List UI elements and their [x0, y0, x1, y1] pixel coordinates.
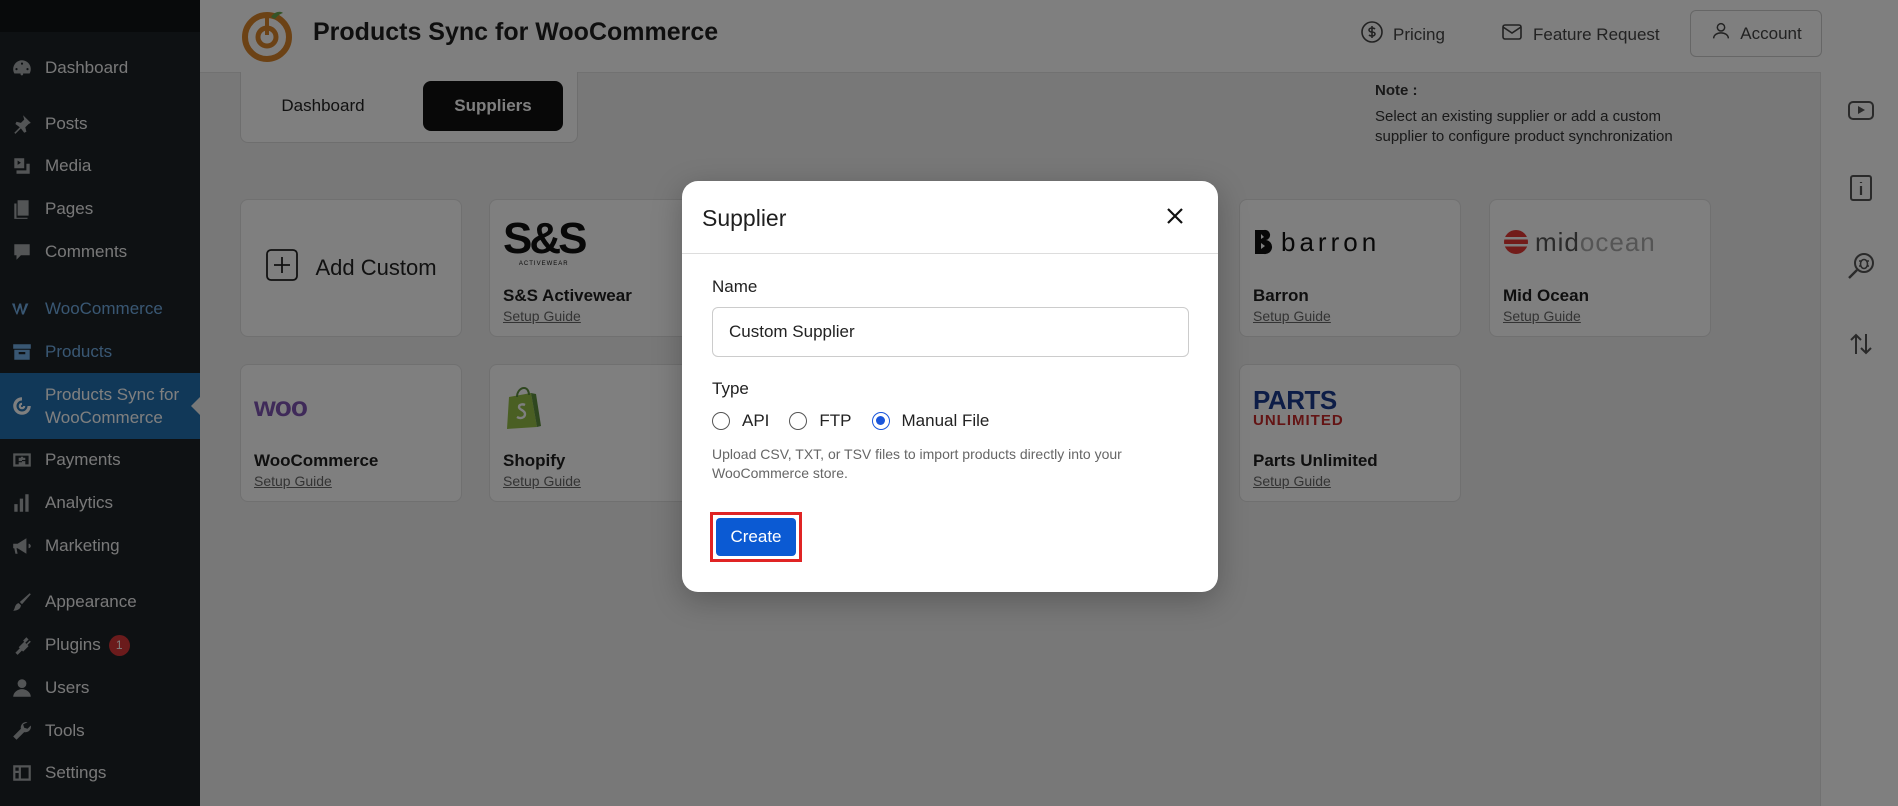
type-radio-ftp[interactable]: FTP: [789, 411, 852, 431]
dialog-title: Supplier: [702, 205, 787, 231]
radio-button-selected[interactable]: [871, 412, 890, 430]
radio-button[interactable]: [789, 412, 808, 430]
radio-label: Manual File: [901, 411, 990, 430]
close-button[interactable]: [1160, 203, 1190, 233]
supplier-name-input[interactable]: [712, 307, 1189, 357]
dialog-divider: [682, 253, 1218, 254]
type-radio-api[interactable]: API: [712, 411, 769, 431]
close-icon: [1166, 207, 1184, 230]
type-radio-manual-file[interactable]: Manual File: [871, 411, 990, 431]
name-label: Name: [712, 277, 758, 296]
type-label: Type: [712, 379, 749, 398]
create-button[interactable]: Create: [716, 518, 796, 556]
type-help-text: Upload CSV, TXT, or TSV files to import …: [712, 446, 1122, 481]
supplier-dialog: Supplier Name Type API FTP Manual File U…: [682, 181, 1218, 592]
type-radio-group: API FTP Manual File: [712, 411, 1009, 431]
radio-label: FTP: [819, 411, 852, 430]
create-button-highlight: Create: [710, 512, 802, 562]
radio-label: API: [742, 411, 770, 430]
radio-button[interactable]: [712, 412, 730, 430]
